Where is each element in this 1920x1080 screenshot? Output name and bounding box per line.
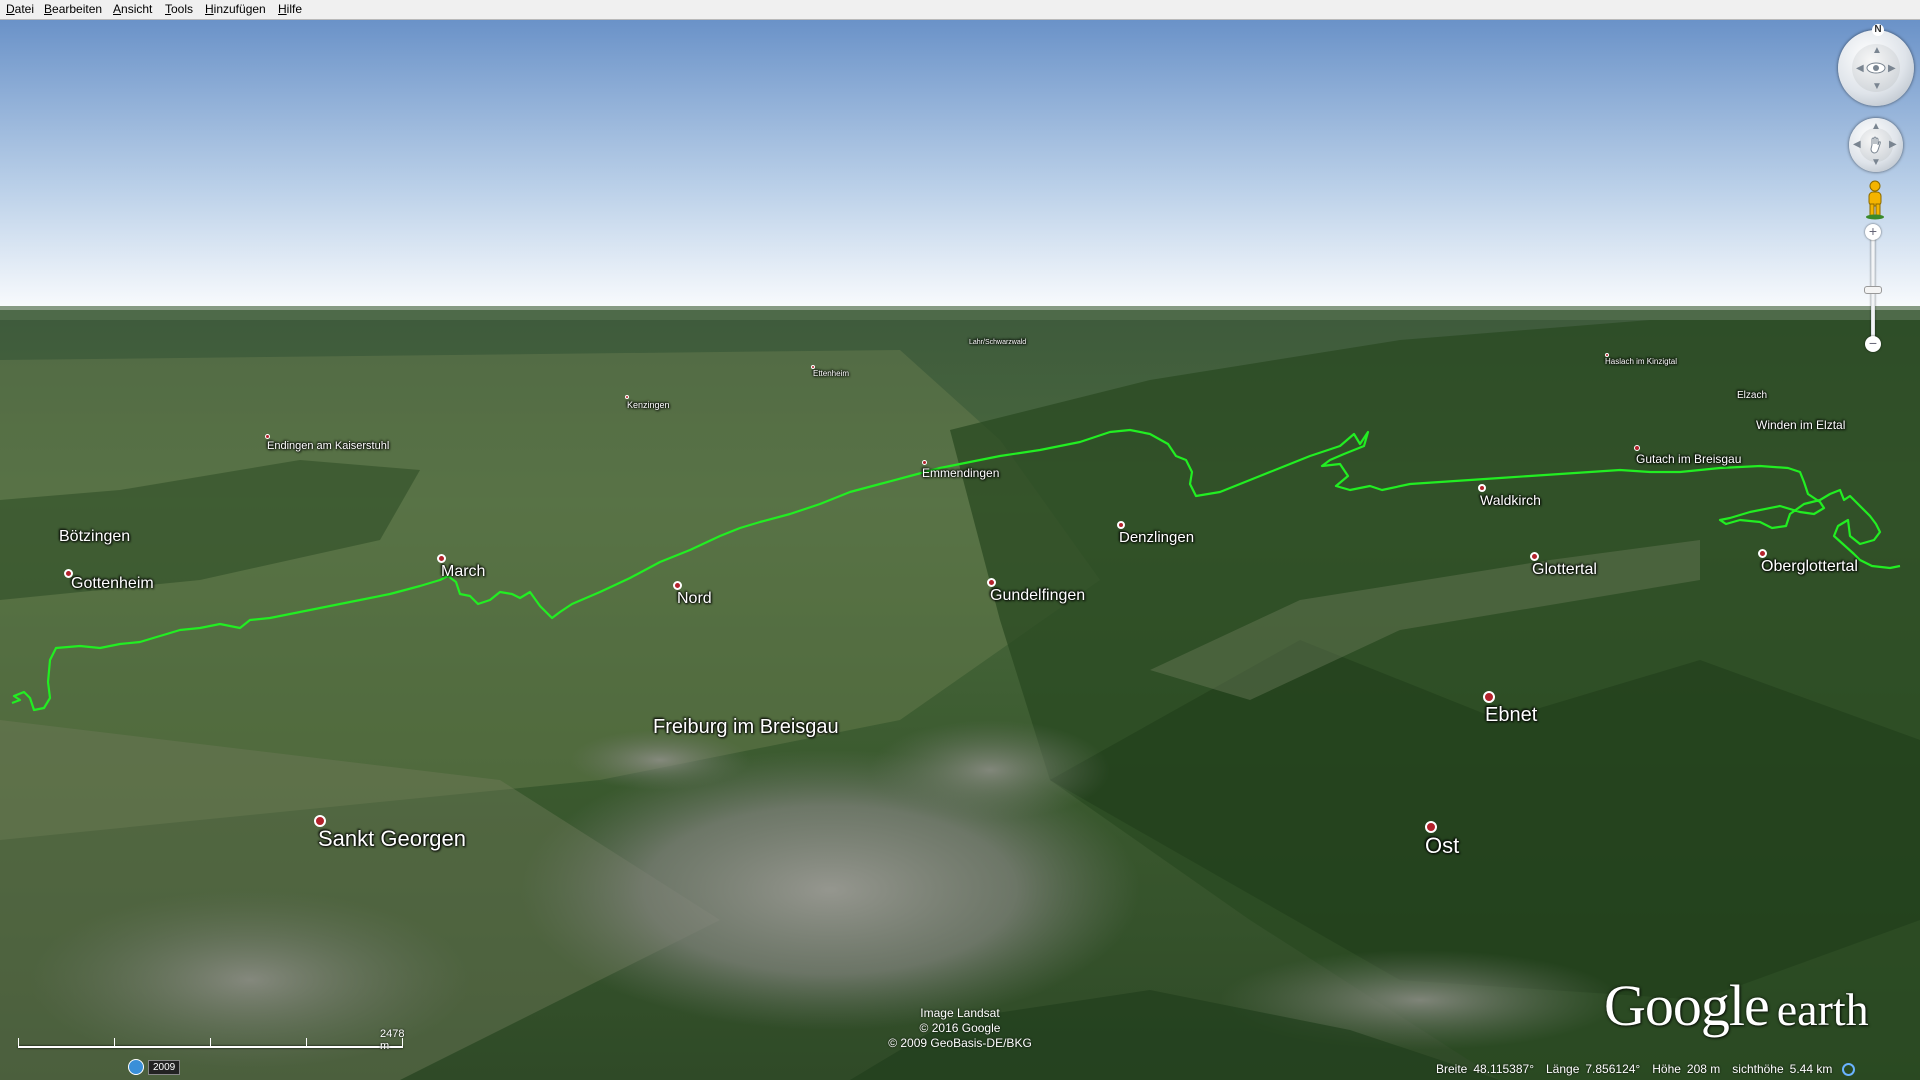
place-oberglottertal[interactable]: Oberglottertal [1758, 549, 1858, 576]
menu-help[interactable]: Hilfe [278, 2, 302, 16]
place-ost[interactable]: Ost [1425, 821, 1459, 859]
scale-tick [18, 1038, 19, 1048]
move-up-arrow-icon[interactable]: ▲ [1871, 122, 1881, 132]
eye-icon [1866, 62, 1886, 74]
place-waldkirch[interactable]: Waldkirch [1478, 484, 1541, 508]
place-boetzingen[interactable]: Bötzingen [59, 528, 130, 546]
historical-imagery-icon[interactable] [128, 1059, 144, 1075]
place-ettenheim[interactable]: Ettenheim [811, 365, 849, 378]
scale-tick [306, 1038, 307, 1048]
place-haslach[interactable]: Haslach im Kinzigtal [1605, 353, 1677, 366]
zoom-in-plus-icon[interactable]: + [1865, 224, 1881, 240]
place-emmendingen[interactable]: Emmendingen [922, 460, 999, 480]
place-march[interactable]: March [437, 554, 485, 581]
imagery-credits: Image Landsat © 2016 Google © 2009 GeoBa… [880, 1006, 1040, 1051]
status-bar: Breite 48.115387° Länge 7.856124° Höhe 2… [1436, 1059, 1856, 1079]
place-nord[interactable]: Nord [673, 581, 712, 608]
elevation-label: Höhe [1652, 1062, 1681, 1076]
place-elzach[interactable]: Elzach [1737, 390, 1767, 401]
navigation-controls: ▲ ▼ ◀ ▶ N ▲ ▼ ◀ ▶ + − [1836, 24, 1916, 386]
elevation-value: 208 m [1686, 1062, 1721, 1076]
scale-tick [210, 1038, 211, 1048]
streaming-spinner-icon [1842, 1062, 1856, 1076]
move-control[interactable]: ▲ ▼ ◀ ▶ [1849, 118, 1903, 172]
place-gundelfingen[interactable]: Gundelfingen [987, 578, 1085, 605]
latitude-label: Breite [1436, 1062, 1468, 1076]
nord-urban [570, 730, 750, 790]
menu-edit[interactable]: Bearbeiten [44, 2, 102, 16]
menu-add[interactable]: Hinzufügen [205, 2, 266, 16]
place-sankt-georgen[interactable]: Sankt Georgen [314, 815, 466, 852]
menu-view[interactable]: Ansicht [113, 2, 152, 16]
place-winden[interactable]: Winden im Elztal [1756, 418, 1845, 432]
longitude-label: Länge [1546, 1062, 1580, 1076]
zoom-slider-thumb[interactable] [1864, 286, 1882, 294]
place-kenzingen[interactable]: Kenzingen [625, 395, 670, 410]
look-down-arrow-icon[interactable]: ▼ [1872, 82, 1882, 92]
scale-tick [114, 1038, 115, 1048]
north-indicator[interactable]: N [1872, 24, 1884, 36]
logo-google: Google [1604, 973, 1770, 1038]
move-down-arrow-icon[interactable]: ▼ [1871, 158, 1881, 168]
look-right-arrow-icon[interactable]: ▶ [1888, 64, 1896, 74]
longitude-value: 7.856124° [1585, 1062, 1641, 1076]
eye-altitude-value: 5.44 km [1789, 1062, 1833, 1076]
place-denzlingen[interactable]: Denzlingen [1117, 521, 1194, 546]
place-freiburg[interactable]: Freiburg im Breisgau [653, 716, 839, 739]
zoom-slider[interactable]: + − [1862, 224, 1884, 354]
menu-tools[interactable]: Tools [165, 2, 193, 16]
logo-earth: earth [1776, 984, 1869, 1035]
look-control[interactable]: ▲ ▼ ◀ ▶ [1838, 30, 1914, 106]
place-ebnet[interactable]: Ebnet [1483, 691, 1537, 727]
look-up-arrow-icon[interactable]: ▲ [1872, 46, 1882, 56]
menu-bar: Datei Bearbeiten Ansicht Tools Hinzufüge… [0, 0, 1920, 20]
imagery-year: 2009 [148, 1059, 181, 1075]
gundelfingen-urban [870, 720, 1110, 820]
credit-copyright-google: © 2016 Google [919, 1021, 1001, 1035]
scale-label: 2478 m [380, 1028, 405, 1052]
scale-legend: 2478 m [18, 1028, 405, 1052]
sky [0, 20, 1920, 320]
place-glottertal[interactable]: Glottertal [1530, 552, 1597, 579]
menu-file[interactable]: Datei [6, 2, 34, 16]
move-right-arrow-icon[interactable]: ▶ [1889, 140, 1897, 150]
credit-imagery: Image Landsat [920, 1006, 1000, 1020]
historical-imagery[interactable]: 2009 [128, 1058, 181, 1076]
zoom-out-minus-icon[interactable]: − [1865, 336, 1881, 352]
google-earth-logo: Google earth [1604, 972, 1869, 1039]
place-gutach[interactable]: Gutach im Breisgau [1634, 445, 1741, 466]
eye-altitude-label: sichthöhe [1732, 1062, 1784, 1076]
look-left-arrow-icon[interactable]: ◀ [1856, 64, 1864, 74]
horizon-haze [0, 306, 1920, 320]
place-lahr[interactable]: Lahr/Schwarzwald [969, 339, 1026, 346]
hand-icon [1870, 136, 1881, 154]
place-endingen[interactable]: Endingen am Kaiserstuhl [265, 434, 389, 452]
street-view-pegman-icon[interactable] [1864, 180, 1886, 220]
terrain-scene [0, 20, 1920, 1080]
latitude-value: 48.115387° [1473, 1062, 1534, 1076]
earth-3d-view[interactable]: Endingen am Kaiserstuhl Kenzingen Ettenh… [0, 20, 1920, 1080]
credit-copyright-geobasis: © 2009 GeoBasis-DE/BKG [888, 1036, 1032, 1050]
place-gottenheim[interactable]: Gottenheim [64, 569, 154, 593]
move-left-arrow-icon[interactable]: ◀ [1853, 140, 1861, 150]
